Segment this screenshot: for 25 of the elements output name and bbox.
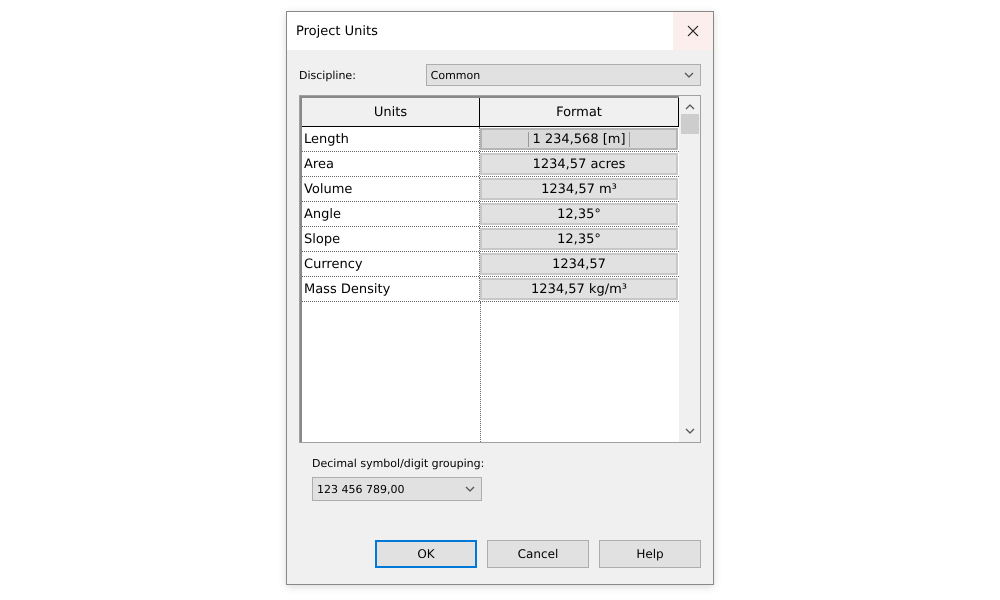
format-button[interactable]: 1234,57 kg/m³ — [480, 278, 678, 300]
format-button[interactable]: 1234,57 — [480, 253, 678, 275]
dialog-button[interactable]: Help — [599, 540, 701, 568]
scroll-thumb[interactable] — [680, 114, 698, 134]
scroll-up-icon — [684, 104, 694, 110]
format-button[interactable]: 1234,57 m³ — [480, 178, 678, 200]
field-label: Discipline: — [299, 68, 357, 82]
caret-icon — [465, 486, 475, 492]
field-label: Decimal symbol/digit grouping: — [312, 457, 486, 470]
format-button[interactable]: 12,35° — [480, 203, 678, 225]
window-title: Project Units — [295, 24, 378, 38]
grouping-dropdown[interactable]: 123 456 789,00 — [312, 477, 482, 501]
close-icon — [687, 25, 699, 37]
format-button[interactable]: 1 234,568 [m] — [480, 128, 678, 150]
close-button[interactable] — [673, 12, 713, 50]
format-button[interactable]: 1234,57 acres — [480, 153, 678, 175]
caret-icon — [684, 72, 694, 78]
scrollbar[interactable] — [679, 96, 700, 442]
dialog-button[interactable]: OK — [375, 540, 477, 568]
scroll-down-icon — [684, 428, 694, 434]
column-header: Units — [302, 98, 480, 126]
format-button[interactable]: 12,35° — [480, 228, 678, 250]
discipline-dropdown[interactable]: Common — [426, 64, 701, 86]
column-header: Format — [480, 98, 679, 126]
dialog-button[interactable]: Cancel — [487, 540, 589, 568]
